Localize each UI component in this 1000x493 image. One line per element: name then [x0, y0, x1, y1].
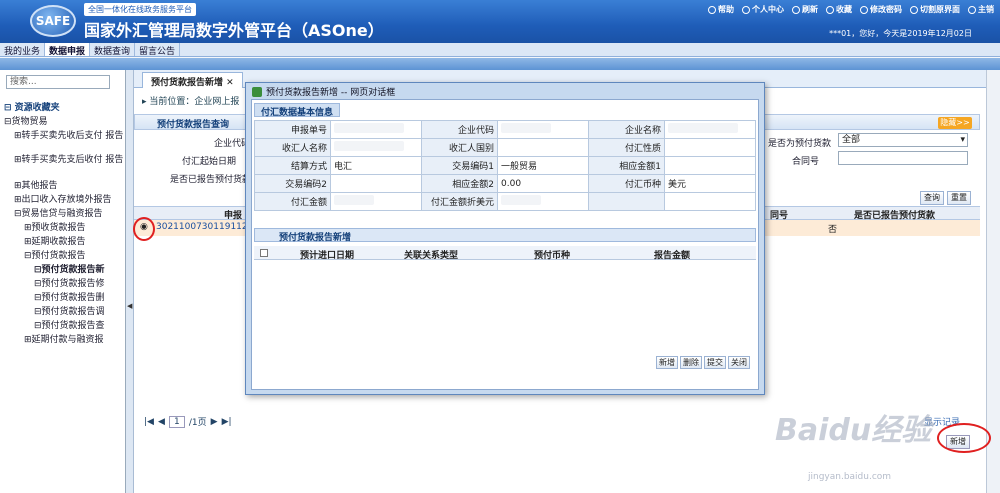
nav-my-business[interactable]: 我的业务 [0, 43, 46, 57]
first-page-icon[interactable]: |◀ [144, 417, 154, 427]
app-title: 国家外汇管理局数字外管平台（ASOne） [84, 21, 384, 40]
dialog-submit-button[interactable]: 提交 [704, 356, 726, 369]
tree-item[interactable]: ⊞延期付款与融资报 [24, 332, 104, 345]
prepay-select[interactable]: 全部 ▾ [838, 133, 968, 147]
key-icon [860, 5, 868, 14]
user-info: ***01，您好，今天是2019年12月02日 [829, 29, 972, 38]
dialog-body: 付汇数据基本信息 申报单号 企业代码 企业名称 收汇人名称 收汇人国别 付汇性质 结算方… [251, 99, 759, 390]
sidebar: 搜索... ⊟ 资源收藏夹 ⊟货物贸易 ⊞转手买卖先收后支付 报告 ⊞转手买卖先… [0, 70, 126, 493]
ie-icon [252, 86, 262, 97]
top-header: SAFE 全国一体化在线政务服务平台 国家外汇管理局数字外管平台（ASOne） … [0, 0, 1000, 43]
sidebar-collapse-handle[interactable]: ◀ [126, 70, 134, 493]
hide-button[interactable]: 隐藏>> [938, 117, 972, 129]
modal-dialog: 预付货款报告新增 -- 网页对话框 付汇数据基本信息 申报单号 企业代码 企业名称 … [245, 82, 765, 395]
favorite-link[interactable]: 收藏 [826, 4, 852, 15]
reset-button[interactable]: 重置 [947, 191, 971, 205]
tree-item[interactable]: ⊞出口收入存放境外报告 [14, 192, 112, 205]
next-page-icon[interactable]: ▶ [211, 417, 218, 427]
tree-item[interactable]: ⊞转手买卖先收后支付 报告 [14, 128, 123, 141]
section-new-report: 预付货款报告新增 [254, 228, 756, 243]
close-icon[interactable]: ✕ [226, 78, 234, 88]
label-contract-no: 合同号 [792, 157, 820, 167]
dialog-close-button[interactable]: 关闭 [728, 356, 750, 369]
nav-announcement[interactable]: 留言公告 [135, 43, 181, 57]
vertical-scrollbar[interactable] [986, 70, 1000, 493]
watermark-url: jingyan.baidu.com [808, 472, 892, 482]
slogan: 全国一体化在线政务服务平台 [84, 3, 196, 16]
tree-goods-trade[interactable]: ⊟货物贸易 [4, 114, 48, 127]
breadcrumb: ▸ 当前位置：企业网上报 [142, 97, 240, 107]
help-icon [708, 5, 716, 14]
nav-data-query[interactable]: 数据查询 [90, 43, 136, 57]
tree-prepay-report[interactable]: ⊟预付货款报告 [24, 248, 86, 261]
page-input[interactable]: 1 [168, 415, 185, 428]
tree-item[interactable]: ⊞其他报告 [14, 178, 58, 191]
logout-link[interactable]: 主销 [968, 4, 994, 15]
last-page-icon[interactable]: ▶| [222, 417, 232, 427]
dialog-add-button[interactable]: 新增 [656, 356, 678, 369]
top-links: 帮助 个人中心 刷新 收藏 修改密码 切割原界面 主销 [708, 4, 994, 15]
tree-prepay-edit[interactable]: ⊟预付货款报告修 [34, 276, 105, 289]
chevron-down-icon: ▾ [960, 135, 965, 145]
tab-prepay-new[interactable]: 预付货款报告新增 ✕ [142, 72, 243, 88]
info-form: 申报单号 企业代码 企业名称 收汇人名称 收汇人国别 付汇性质 结算方式 电汇 交易编码1 一… [254, 120, 756, 211]
logout-icon [968, 5, 976, 14]
label-is-prepay: 是否为预付货款 [768, 139, 832, 149]
watermark-logo: Baidu经验 [775, 413, 932, 448]
label-start-date: 付汇起始日期 [182, 157, 237, 167]
tree-item[interactable]: ⊞预收货款报告 [24, 220, 86, 233]
dialog-title: 预付货款报告新增 -- 网页对话框 [252, 85, 395, 98]
change-password-link[interactable]: 修改密码 [860, 4, 902, 15]
tree-favorites[interactable]: ⊟ 资源收藏夹 [4, 100, 60, 113]
prev-page-icon[interactable]: ◀ [158, 417, 165, 427]
tree-trade-credit[interactable]: ⊟贸易信贷与融资报告 [14, 206, 103, 219]
main-nav: 我的业务 数据申报 数据查询 留言公告 [0, 43, 1000, 57]
nav-data-report[interactable]: 数据申报 [45, 43, 91, 57]
chevron-left-icon: ◀ [127, 302, 133, 310]
tree-prepay-new[interactable]: ⊟预付货款报告新 [34, 262, 105, 275]
tree-prepay-query[interactable]: ⊟预付货款报告查 [34, 318, 105, 331]
dialog-delete-button[interactable]: 删除 [680, 356, 702, 369]
toolbar-strip [0, 58, 1000, 70]
tree-prepay-adjust[interactable]: ⊟预付货款报告调 [34, 304, 105, 317]
label-reported: 是否已报告预付货款 [170, 175, 252, 185]
sidebar-search-input[interactable]: 搜索... [6, 75, 110, 89]
tree-item[interactable]: ⊞转手买卖先支后收付 报告 [14, 152, 123, 165]
tree-prepay-delete[interactable]: ⊟预付货款报告删 [34, 290, 105, 303]
pager: |◀ ◀ 1 /1页 ▶ ▶| [144, 415, 232, 428]
refresh-icon [792, 5, 800, 14]
dialog-buttons: 新增 删除 提交 关闭 [656, 356, 750, 369]
refresh-link[interactable]: 刷新 [792, 4, 818, 15]
tree-item[interactable]: ⊞延期收款报告 [24, 234, 86, 247]
user-icon [742, 5, 750, 14]
select-all-checkbox[interactable] [260, 249, 268, 257]
highlight-circle [133, 217, 155, 241]
switch-icon [910, 5, 918, 14]
sub-grid-header: 预计进口日期 关联关系类型 预付币种 报告金额 [254, 246, 756, 261]
contract-input[interactable] [838, 151, 968, 165]
profile-link[interactable]: 个人中心 [742, 4, 784, 15]
help-link[interactable]: 帮助 [708, 4, 734, 15]
star-icon [826, 5, 834, 14]
safe-logo: SAFE [30, 5, 76, 37]
section-basic-info: 付汇数据基本信息 [254, 103, 341, 118]
switch-ui-link[interactable]: 切割原界面 [910, 4, 960, 15]
query-button[interactable]: 查询 [920, 191, 944, 205]
highlight-circle [937, 423, 991, 453]
